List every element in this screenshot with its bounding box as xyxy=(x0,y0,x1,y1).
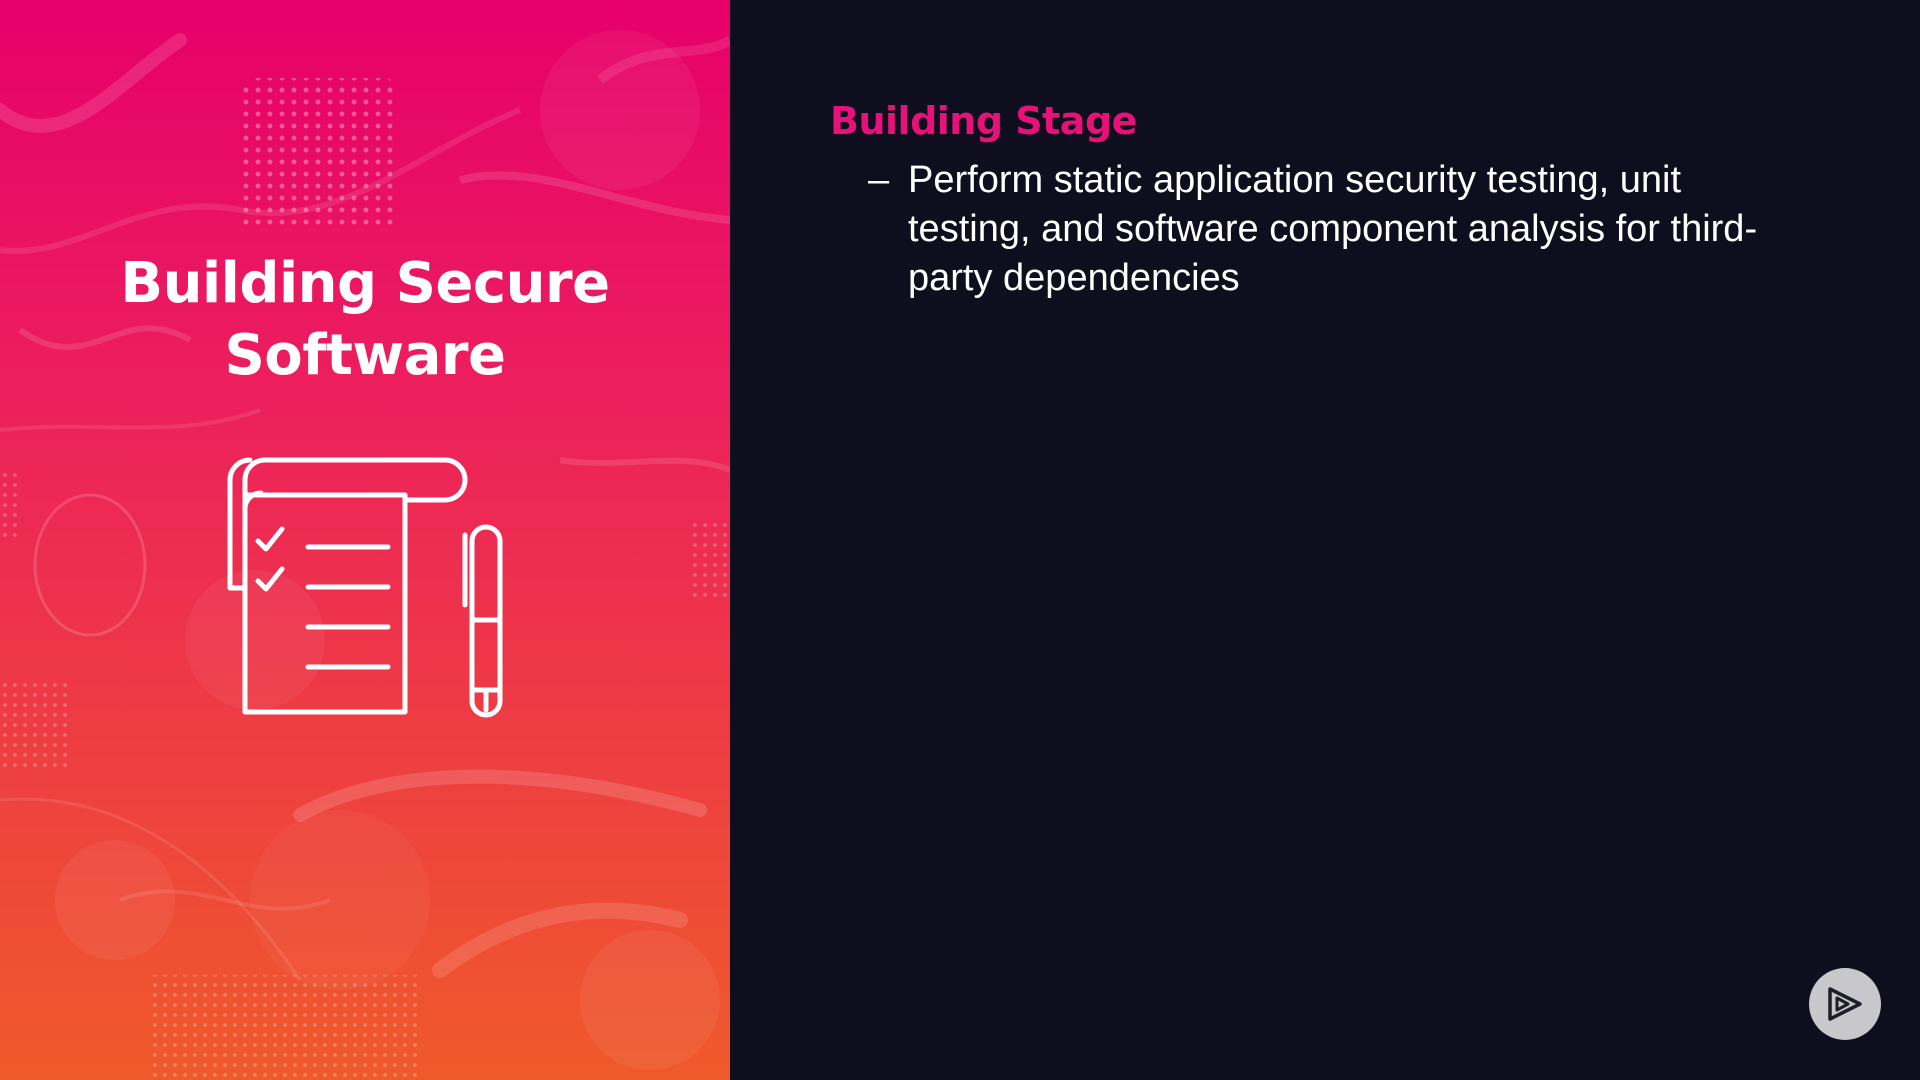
bullet-item: – Perform static application security te… xyxy=(868,156,1768,303)
bullet-text: Perform static application security test… xyxy=(908,159,1758,299)
checklist-with-pen-icon xyxy=(227,457,503,718)
bullet-marker: – xyxy=(868,159,890,201)
content-panel: Building Stage – Perform static applicat… xyxy=(730,0,1920,1080)
play-icon xyxy=(1828,987,1862,1021)
slide: Building Secure Software Building Stage … xyxy=(0,0,1920,1080)
presentation-title-line-1: Building Secure xyxy=(120,251,610,316)
presentation-title: Building Secure Software xyxy=(0,248,730,392)
title-panel: Building Secure Software xyxy=(0,0,730,1080)
play-button[interactable] xyxy=(1809,968,1881,1040)
presentation-title-line-2: Software xyxy=(224,323,506,388)
bullet-list: – Perform static application security te… xyxy=(868,156,1768,303)
section-heading: Building Stage xyxy=(830,99,1137,143)
